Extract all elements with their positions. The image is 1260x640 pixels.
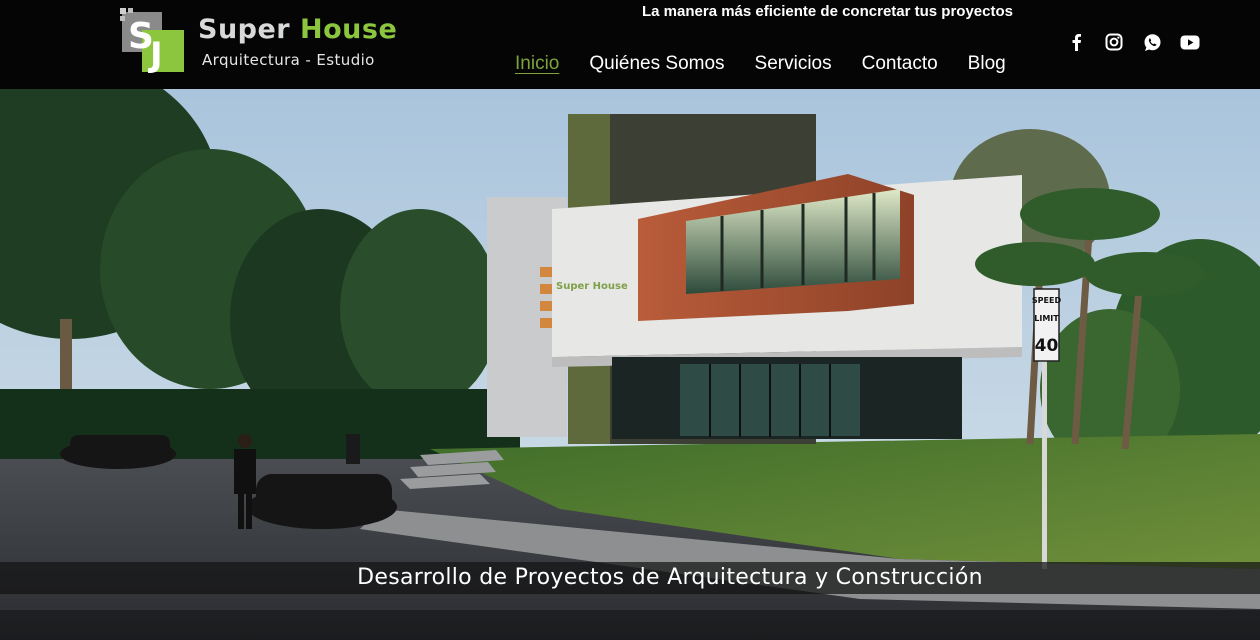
nav-link-servicios[interactable]: Servicios <box>755 52 832 76</box>
hero-caption: Desarrollo de Proyectos de Arquitectura … <box>357 565 983 590</box>
hero-bottom-strip <box>0 610 1260 640</box>
facade-sign: Super House <box>556 281 628 292</box>
logo-name: Super House <box>198 16 397 43</box>
speed-sign-top: SPEED <box>1032 296 1062 305</box>
instagram-icon[interactable] <box>1104 32 1124 52</box>
site-header: S J Super House Arquitectura - Estudio L… <box>0 0 1260 89</box>
logo-name-word1: Super <box>198 14 291 45</box>
nav-link-quienes-somos[interactable]: Quiénes Somos <box>589 52 724 76</box>
social-links <box>1066 32 1200 52</box>
header-tagline: La manera más eficiente de concretar tus… <box>642 3 1013 20</box>
logo-name-word2: House <box>300 14 398 45</box>
speed-sign-value: 40 <box>1035 336 1059 356</box>
site-logo[interactable]: S J Super House Arquitectura - Estudio <box>118 6 397 76</box>
logo-subtitle: Arquitectura - Estudio <box>202 51 375 69</box>
hero-image: Super House SPEED LIMIT 40 <box>0 89 1260 640</box>
youtube-icon[interactable] <box>1180 32 1200 52</box>
speed-sign-middle: LIMIT <box>1034 314 1059 323</box>
facebook-icon[interactable] <box>1066 32 1086 52</box>
svg-text:J: J <box>148 35 163 74</box>
hero-banner: Super House SPEED LIMIT 40 <box>0 89 1260 640</box>
nav-link-blog[interactable]: Blog <box>968 52 1006 76</box>
whatsapp-icon[interactable] <box>1142 32 1162 52</box>
main-nav: Inicio Quiénes Somos Servicios Contacto … <box>515 52 1006 76</box>
logo-mark-icon: S J <box>120 8 184 74</box>
nav-link-inicio[interactable]: Inicio <box>515 52 559 76</box>
nav-link-contacto[interactable]: Contacto <box>862 52 938 76</box>
